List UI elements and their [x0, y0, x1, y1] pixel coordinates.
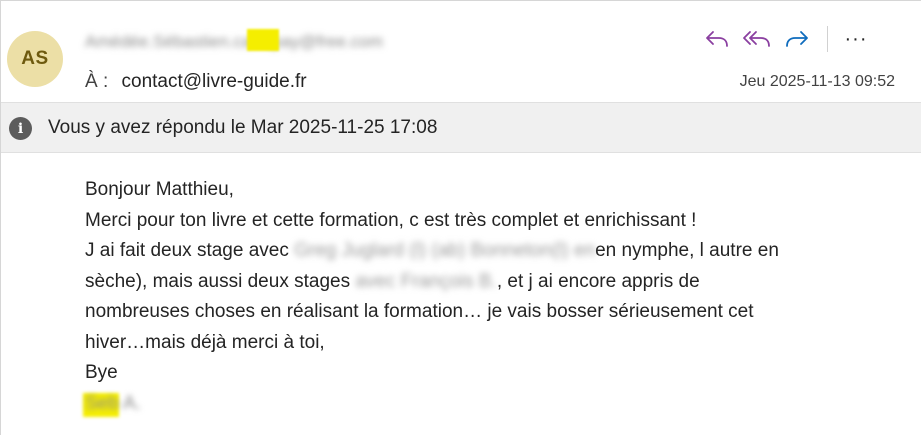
body-line: Merci pour ton livre et cette formation,…: [85, 209, 697, 231]
body-text-segment: sèche), mais aussi deux stages: [85, 270, 351, 292]
redacted-text: Greg Juglard (l) (ab) Bonneton(l) en: [294, 240, 596, 261]
sender-address[interactable]: Amédée.Sébastien.carrupay@free.com: [85, 28, 457, 54]
message-date: Jeu 2025-11-13 09:52: [739, 73, 895, 90]
actions-divider: [827, 26, 828, 52]
replied-info-banner: i Vous y avez répondu le Mar 2025-11-25 …: [1, 102, 921, 153]
more-actions-button[interactable]: ···: [838, 22, 874, 56]
message-header: AS Amédée.Sébastien.carrupay@free.com À …: [1, 1, 921, 101]
body-line: J ai fait deux stage avec Greg Juglard (…: [85, 236, 905, 267]
recipient-address[interactable]: contact@livre-guide.fr: [122, 71, 307, 92]
redacted-text: avec François B.: [355, 270, 497, 292]
sender-highlight-mark: [247, 29, 279, 51]
body-signature: Seb A.: [83, 389, 905, 420]
sender-avatar[interactable]: AS: [7, 31, 63, 87]
body-text-segment: J ai fait deux stage avec: [85, 240, 289, 261]
message-body: Bonjour Matthieu, Merci pour ton livre e…: [83, 175, 905, 420]
avatar-initials: AS: [21, 48, 49, 69]
body-text-segment: , et j ai encore appris de: [496, 270, 700, 292]
reply-icon: [706, 31, 728, 47]
body-text-segment: en nymphe, l autre en: [595, 240, 779, 261]
message-actions: ···: [697, 22, 874, 56]
reply-button[interactable]: [697, 22, 737, 56]
body-line: hiver…mais déjà merci à toi,: [85, 331, 325, 353]
body-line: sèche), mais aussi deux stages avec Fran…: [85, 267, 905, 298]
recipient-line: À : contact@livre-guide.fr: [85, 71, 307, 93]
replied-info-text: Vous y avez répondu le Mar 2025-11-25 17…: [48, 117, 438, 138]
body-line: nombreuses choses en réalisant la format…: [85, 301, 754, 322]
more-icon: ···: [844, 27, 868, 50]
reply-all-button[interactable]: [737, 22, 777, 56]
signature-text: Seb A.: [85, 392, 141, 414]
info-icon: i: [9, 117, 32, 140]
forward-button[interactable]: [777, 22, 817, 56]
sender-address-redacted: Amédée.Sébastien.carrupay@free.com: [85, 32, 383, 51]
signature-redacted: Seb A.: [83, 389, 141, 420]
email-reading-pane: AS Amédée.Sébastien.carrupay@free.com À …: [0, 0, 921, 435]
forward-icon: [786, 31, 808, 47]
reply-all-icon: [743, 31, 770, 47]
body-closing: Bye: [85, 362, 118, 383]
recipient-label: À :: [85, 71, 109, 92]
body-greeting: Bonjour Matthieu,: [85, 179, 234, 200]
